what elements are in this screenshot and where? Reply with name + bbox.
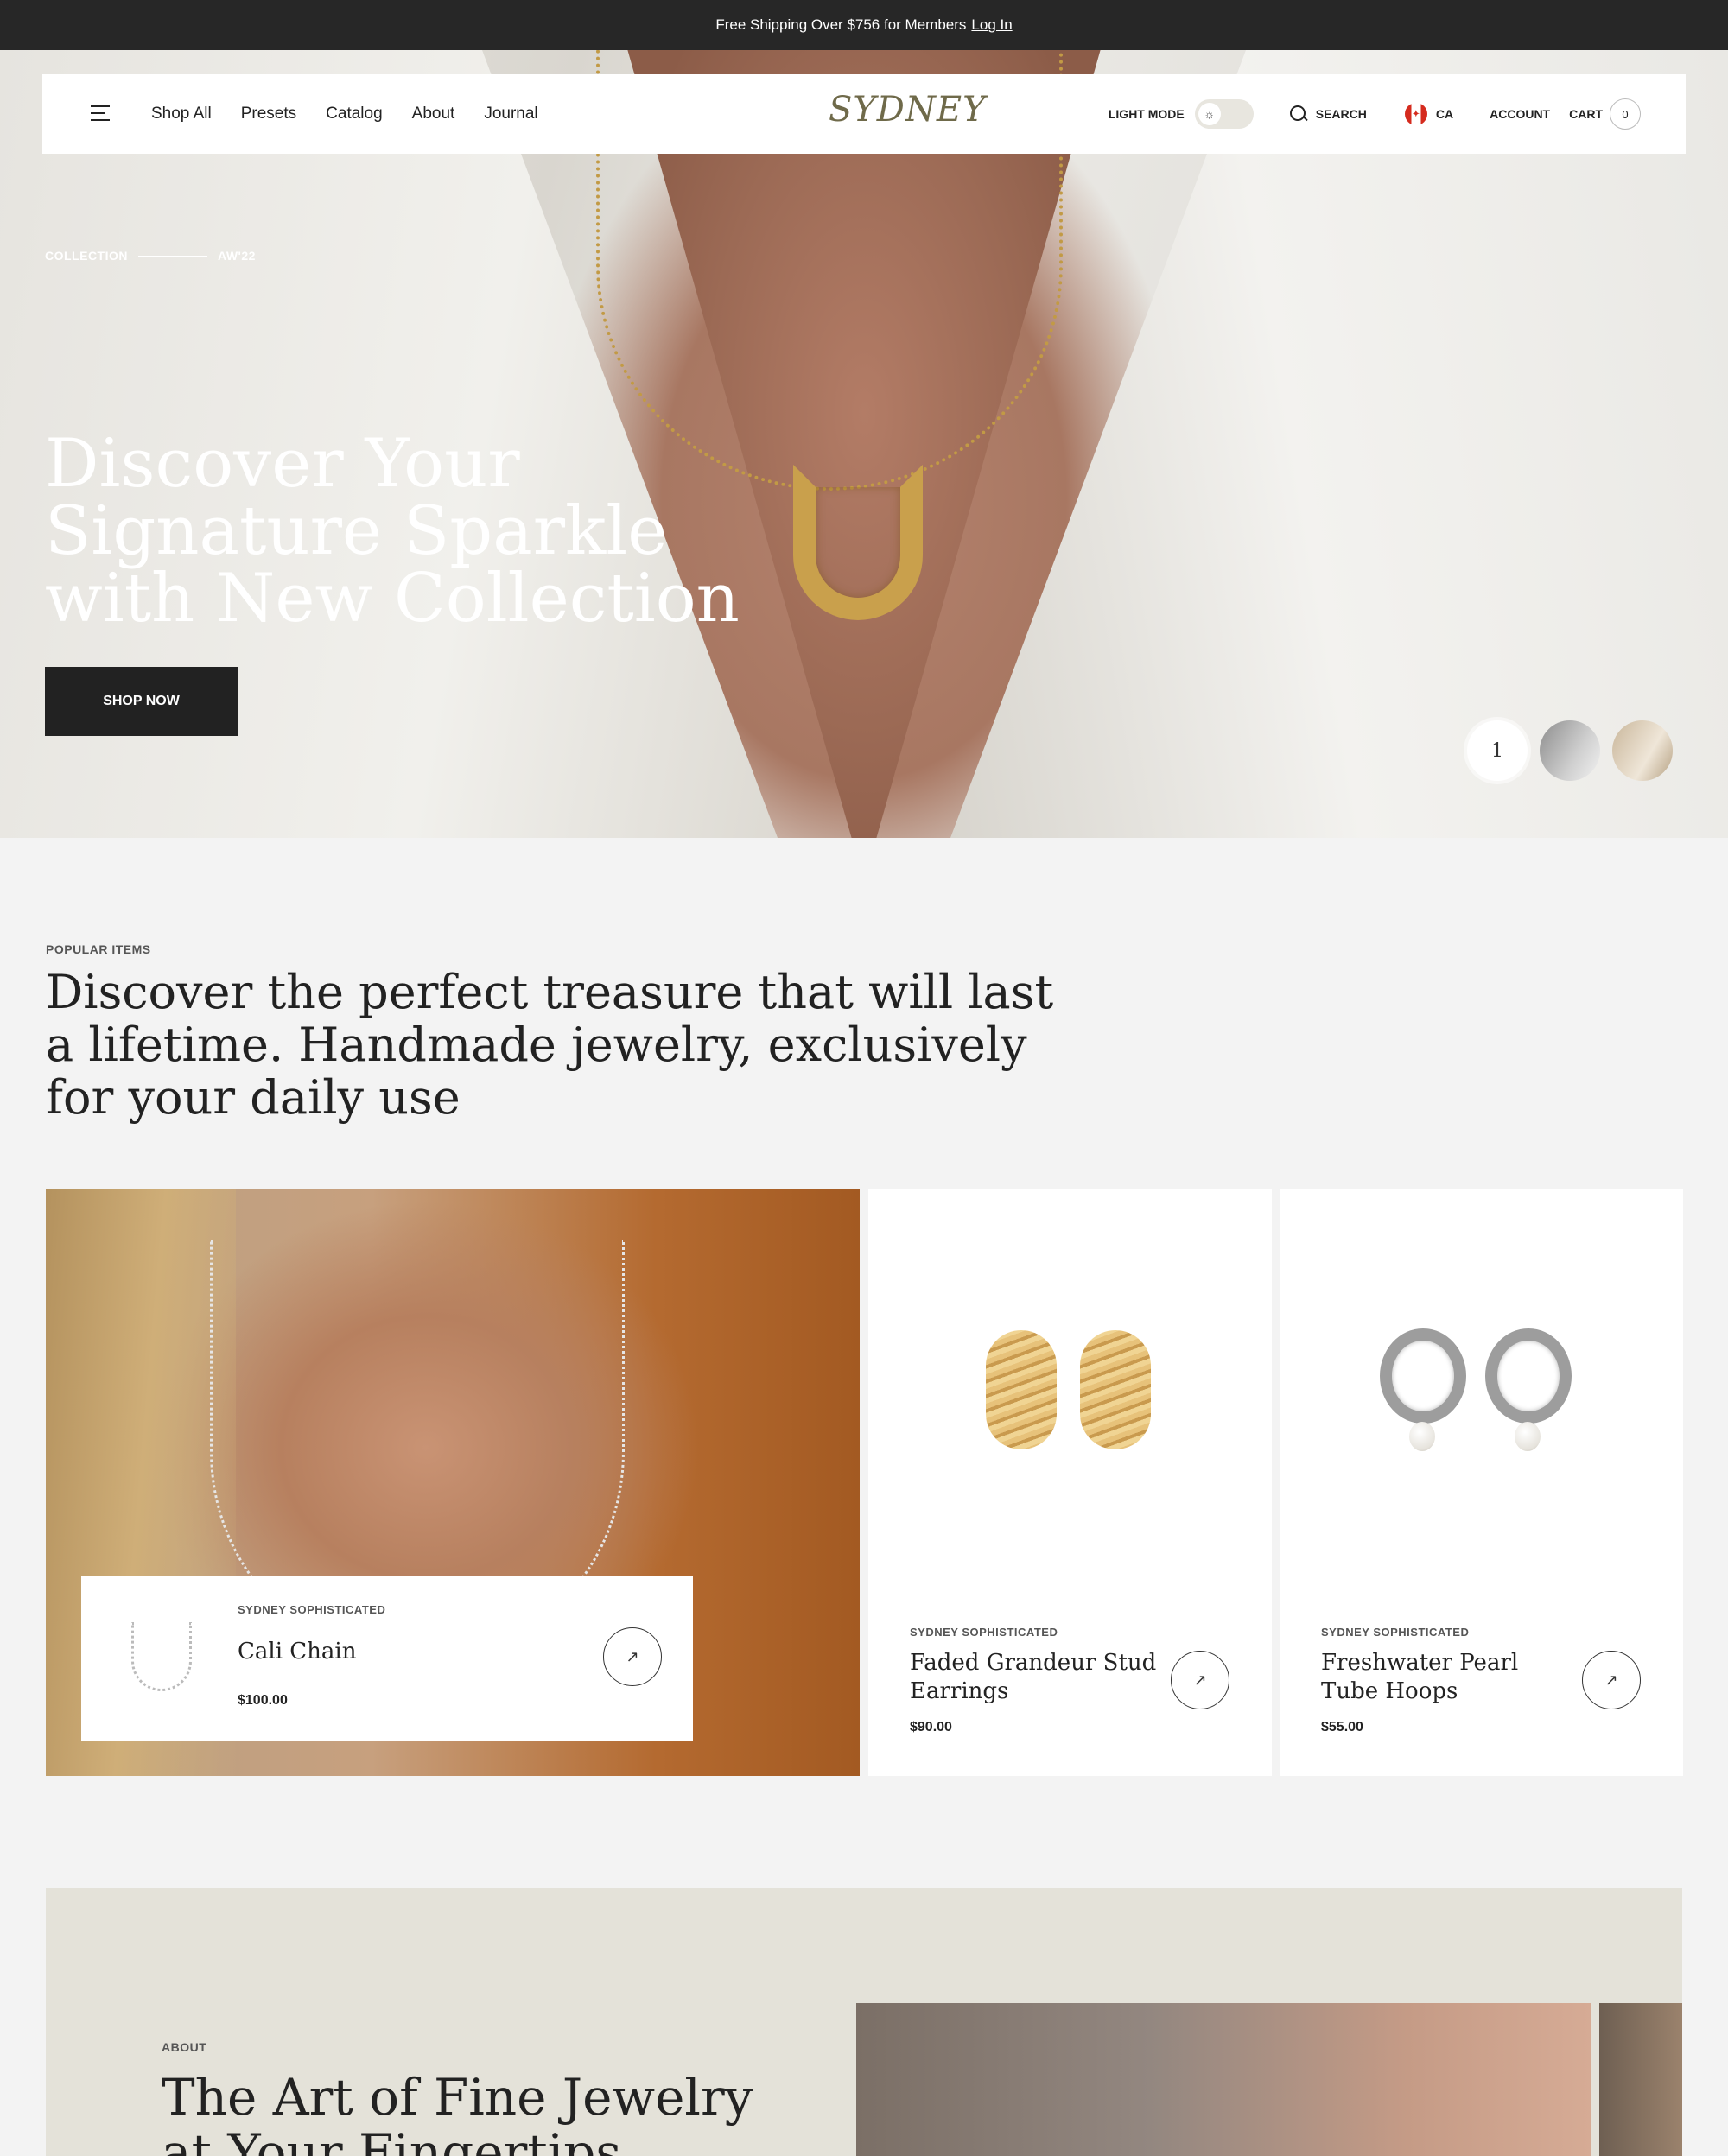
- popular-title: Discover the perfect treasure that will …: [46, 965, 1054, 1125]
- hero-banner: COLLECTION AW'22 Discover Your Signature…: [0, 50, 1728, 838]
- hero-kicker-season: AW'22: [218, 249, 256, 263]
- hero-kicker-collection: COLLECTION: [45, 249, 128, 263]
- product-brand: SYDNEY SOPHISTICATED: [1321, 1626, 1470, 1639]
- account-link[interactable]: ACCOUNT: [1490, 107, 1550, 121]
- cart-link[interactable]: CART: [1569, 107, 1603, 121]
- hero-slide-selector: 1: [1467, 720, 1673, 781]
- hoop-earring-image-right: [1485, 1328, 1572, 1424]
- hero-kicker-divider: [138, 255, 207, 257]
- search-icon[interactable]: [1289, 105, 1307, 123]
- hero-title: Discover Your Signature Sparkle with New…: [45, 425, 740, 637]
- featured-product-card[interactable]: SYDNEY SOPHISTICATED Cali Chain $100.00 …: [46, 1189, 860, 1776]
- brand-logo[interactable]: SYDNEY: [829, 90, 985, 130]
- product-info: SYDNEY SOPHISTICATED Freshwater Pearl Tu…: [1321, 1626, 1572, 1735]
- product-card[interactable]: SYDNEY SOPHISTICATED Freshwater Pearl Tu…: [1280, 1189, 1683, 1776]
- featured-product-thumbnail: [131, 1622, 192, 1691]
- slide-dot-3[interactable]: [1612, 720, 1673, 781]
- search-button[interactable]: SEARCH: [1316, 107, 1367, 121]
- product-info: SYDNEY SOPHISTICATED Faded Grandeur Stud…: [910, 1626, 1160, 1735]
- product-price: $100.00: [238, 1693, 288, 1708]
- about-image-ear: [856, 2003, 1591, 2156]
- nav-link-catalog[interactable]: Catalog: [326, 105, 383, 124]
- nav-links: Shop All Presets Catalog About Journal: [151, 74, 538, 154]
- cart-count-badge[interactable]: 0: [1610, 98, 1641, 130]
- gold-earring-image-left: [986, 1330, 1057, 1449]
- featured-product-overlay: SYDNEY SOPHISTICATED Cali Chain $100.00 …: [81, 1576, 693, 1741]
- about-section: ABOUT The Art of Fine Jewelry at Your Fi…: [46, 1888, 1682, 2156]
- arrow-icon[interactable]: ↗: [603, 1627, 662, 1686]
- popular-kicker: POPULAR ITEMS: [46, 942, 151, 956]
- nav-link-about[interactable]: About: [412, 105, 455, 124]
- product-name[interactable]: Freshwater Pearl Tube Hoops: [1321, 1649, 1572, 1706]
- about-title: The Art of Fine Jewelry at Your Fingerti…: [162, 2068, 753, 2156]
- slide-dot-1[interactable]: 1: [1467, 720, 1528, 781]
- announcement-text: Free Shipping Over $756 for Members: [715, 16, 967, 33]
- product-name[interactable]: Cali Chain: [238, 1638, 357, 1666]
- arrow-icon[interactable]: ↗: [1582, 1651, 1641, 1709]
- product-name[interactable]: Faded Grandeur Stud Earrings: [910, 1649, 1160, 1706]
- canada-flag-icon[interactable]: ✦: [1404, 103, 1427, 125]
- product-brand: SYDNEY SOPHISTICATED: [238, 1603, 386, 1616]
- shop-now-button[interactable]: SHOP NOW: [45, 667, 238, 736]
- announcement-bar: Free Shipping Over $756 for Members Log …: [0, 0, 1728, 50]
- light-mode-toggle[interactable]: ☼: [1194, 99, 1254, 129]
- menu-icon[interactable]: [91, 105, 110, 121]
- arrow-icon[interactable]: ↗: [1171, 1651, 1229, 1709]
- product-price: $90.00: [910, 1720, 952, 1734]
- light-mode-label: LIGHT MODE: [1108, 107, 1185, 121]
- slide-dot-2[interactable]: [1540, 720, 1600, 781]
- pearl-image-right: [1515, 1422, 1541, 1451]
- product-card[interactable]: SYDNEY SOPHISTICATED Faded Grandeur Stud…: [868, 1189, 1272, 1776]
- nav-link-presets[interactable]: Presets: [241, 105, 296, 124]
- about-image-secondary: [1599, 2003, 1682, 2156]
- hoop-earring-image-left: [1380, 1328, 1466, 1424]
- sun-icon: ☼: [1198, 103, 1221, 125]
- main-navigation: Shop All Presets Catalog About Journal S…: [42, 74, 1686, 154]
- product-price: $55.00: [1321, 1720, 1363, 1734]
- country-selector[interactable]: CA: [1436, 107, 1453, 121]
- gold-earring-image-right: [1080, 1330, 1151, 1449]
- pearl-image-left: [1409, 1422, 1435, 1451]
- nav-utilities: LIGHT MODE ☼ SEARCH ✦ CA ACCOUNT CART 0: [1109, 74, 1641, 154]
- product-brand: SYDNEY SOPHISTICATED: [910, 1626, 1058, 1639]
- login-link[interactable]: Log In: [971, 16, 1012, 34]
- nav-link-journal[interactable]: Journal: [484, 105, 537, 124]
- nav-link-shop-all[interactable]: Shop All: [151, 105, 212, 124]
- hero-kicker: COLLECTION AW'22: [45, 249, 256, 263]
- about-kicker: ABOUT: [162, 2040, 207, 2054]
